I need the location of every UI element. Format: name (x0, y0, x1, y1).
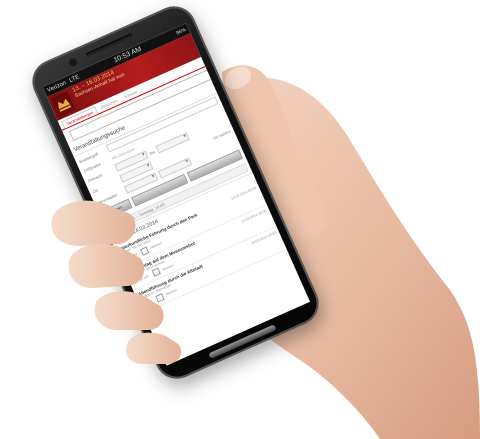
bookmark-label: Merken (150, 241, 163, 250)
site-logo[interactable] (51, 91, 76, 117)
bookmark-checkbox[interactable] (139, 246, 149, 256)
bookmark-checkbox[interactable] (154, 293, 165, 303)
bookmark-checkbox[interactable] (151, 267, 161, 278)
photo-scene: Verizon LTE 10:53 AM 96% 13. – 16.03.201… (0, 0, 480, 439)
period-to-label: bis (148, 148, 156, 156)
event-time: 18 Uhr (142, 298, 154, 307)
search-stub (67, 134, 70, 141)
crown-icon (58, 98, 72, 112)
front-camera (66, 55, 80, 69)
bookmark-label: Merken (165, 288, 178, 297)
bookmark-label: Merken (161, 262, 175, 272)
